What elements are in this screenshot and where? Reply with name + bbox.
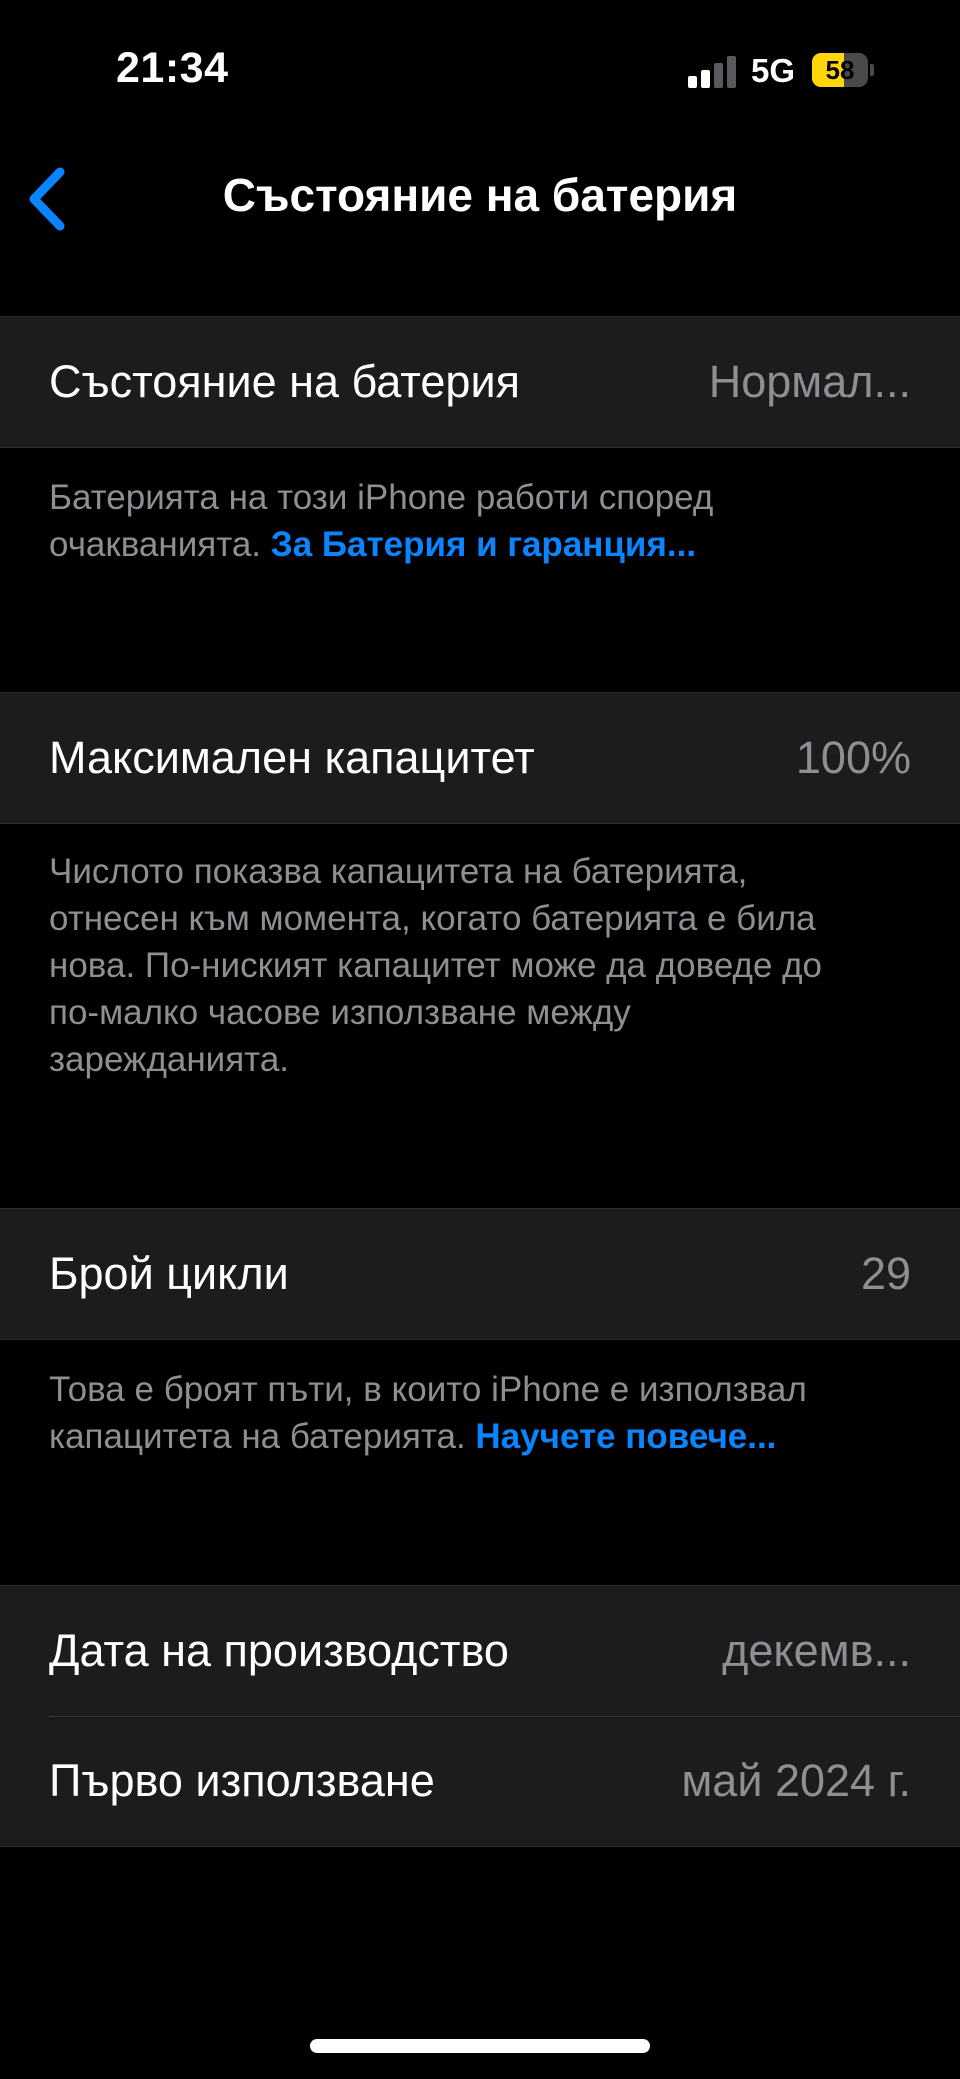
manufacture-date-row: Дата на производство декемв... — [0, 1586, 960, 1716]
home-indicator[interactable] — [310, 2039, 650, 2053]
cycle-count-footer: Това е броят пъти, в които iPhone е изпо… — [49, 1366, 869, 1460]
max-capacity-group: Максимален капацитет 100% — [0, 692, 960, 824]
max-capacity-value: 100% — [795, 732, 911, 783]
max-capacity-label: Максимален капацитет — [49, 732, 535, 783]
cycle-count-row: Брой цикли 29 — [0, 1209, 960, 1339]
cycle-count-value: 29 — [860, 1248, 911, 1299]
first-use-row: Първо използване май 2024 г. — [0, 1716, 960, 1846]
max-capacity-footer: Числото показва капацитета на батерията,… — [49, 852, 823, 1079]
navigation-bar: Състояние на батерия — [0, 150, 960, 250]
status-time: 21:34 — [116, 44, 229, 92]
battery-health-value: Нормал... — [708, 356, 911, 407]
first-use-label: Първо използване — [49, 1755, 435, 1806]
manufacture-date-value: декемв... — [722, 1625, 911, 1676]
battery-health-footer: Батерията на този iPhone работи според о… — [49, 474, 869, 568]
first-use-value: май 2024 г. — [681, 1755, 911, 1806]
battery-health-group: Състояние на батерия Нормал... — [0, 316, 960, 448]
battery-warranty-link[interactable]: За Батерия и гаранция... — [271, 525, 696, 564]
page-title: Състояние на батерия — [222, 169, 738, 221]
manufacture-date-label: Дата на производство — [49, 1625, 509, 1676]
cellular-signal-icon — [688, 56, 738, 88]
learn-more-link[interactable]: Научете повече... — [475, 1417, 776, 1456]
max-capacity-row: Максимален капацитет 100% — [0, 693, 960, 823]
battery-tip — [870, 64, 874, 76]
battery-health-row[interactable]: Състояние на батерия Нормал... — [0, 317, 960, 447]
cycle-count-group: Брой цикли 29 — [0, 1208, 960, 1340]
battery-icon: 58 — [812, 53, 874, 87]
battery-level: 58 — [825, 55, 855, 85]
row-divider — [49, 1716, 960, 1717]
battery-health-label: Състояние на батерия — [49, 356, 520, 407]
status-bar: 21:34 5G 58 — [0, 0, 960, 140]
network-type: 5G — [751, 52, 796, 89]
cycle-count-label: Брой цикли — [49, 1248, 289, 1299]
dates-group: Дата на производство декемв... Първо изп… — [0, 1585, 960, 1847]
